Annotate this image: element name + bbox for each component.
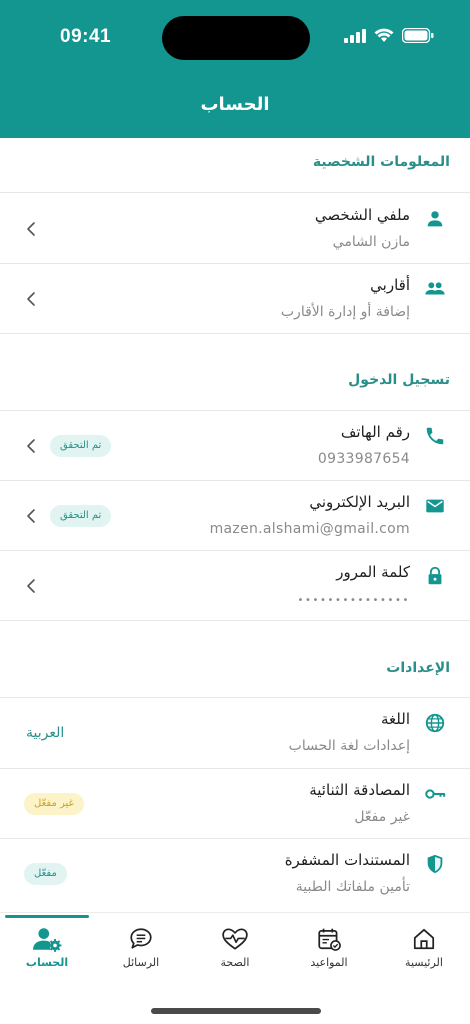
tab-label: المواعيد (310, 956, 348, 969)
verified-badge: تم التحقق (50, 505, 112, 527)
home-icon (413, 928, 435, 950)
relatives-sub: إضافة أو إدارة الأقارب (280, 304, 410, 320)
home-indicator (151, 1008, 321, 1014)
divider (0, 192, 470, 193)
mail-icon (426, 499, 444, 513)
status-icons (344, 28, 434, 43)
relatives-label: أقاربي (370, 276, 410, 294)
encrypted-docs-label: المستندات المشفرة (284, 851, 410, 869)
tab-label: الرئيسية (405, 956, 443, 969)
tab-label: الحساب (25, 956, 69, 969)
chevron-left-icon (27, 509, 35, 523)
section-title-personal: المعلومات الشخصية (312, 154, 450, 170)
email-address: mazen.alshami@gmail.com (209, 521, 410, 537)
people-icon (425, 282, 445, 295)
status-badge: مفعّل (24, 863, 67, 885)
chat-icon (130, 928, 152, 949)
password-row[interactable]: كلمة المرور ••••••••••••••• (0, 551, 470, 621)
chevron-left-icon (27, 292, 35, 306)
tab-label: الرسائل (122, 956, 160, 969)
profile-label: ملفي الشخصي (314, 206, 410, 224)
relatives-row[interactable]: أقاربي إضافة أو إدارة الأقارب (0, 264, 470, 334)
account-gear-icon (33, 928, 62, 952)
profile-row[interactable]: ملفي الشخصي مازن الشامي (0, 194, 470, 264)
lock-icon (428, 566, 442, 585)
tab-appointments[interactable]: المواعيد (284, 926, 374, 986)
battery-icon (402, 28, 434, 43)
chevron-left-icon (27, 439, 35, 453)
page-title: الحساب (200, 94, 270, 115)
phone-row[interactable]: رقم الهاتف 0933987654 تم التحقق (0, 411, 470, 481)
phone-icon (426, 427, 444, 445)
password-mask: ••••••••••••••• (297, 595, 410, 606)
chevron-left-icon (27, 579, 35, 593)
key-icon (425, 789, 446, 799)
phone-label: رقم الهاتف (340, 423, 410, 441)
shield-icon (427, 854, 443, 874)
divider (0, 333, 470, 334)
wifi-icon (374, 28, 394, 42)
person-icon (427, 211, 443, 227)
two-factor-label: المصادقة الثنائية (309, 781, 410, 799)
tab-health[interactable]: الصحة (190, 926, 280, 986)
two-factor-row[interactable]: المصادقة الثنائية غير مفعّل غير مفعّل (0, 769, 470, 839)
tab-messages[interactable]: الرسائل (96, 926, 186, 986)
calendar-icon (318, 928, 341, 951)
profile-name: مازن الشامي (332, 234, 410, 250)
tab-home[interactable]: الرئيسية (379, 926, 469, 986)
email-row[interactable]: البريد الإلكتروني mazen.alshami@gmail.co… (0, 481, 470, 551)
active-tab-indicator (5, 915, 89, 918)
section-title-settings: الإعدادات (386, 660, 450, 676)
phone-number: 0933987654 (317, 451, 410, 467)
verified-badge: تم التحقق (50, 435, 112, 457)
language-row[interactable]: اللغة إعدادات لغة الحساب العربية (0, 698, 470, 768)
language-sub: إعدادات لغة الحساب (288, 738, 410, 754)
signal-icon (344, 28, 366, 43)
encrypted-docs-sub: تأمين ملفاتك الطبية (295, 879, 410, 895)
divider (0, 620, 470, 621)
status-badge: غير مفعّل (24, 793, 84, 815)
dynamic-island (162, 16, 310, 60)
password-label: كلمة المرور (336, 563, 410, 581)
chevron-left-icon (27, 222, 35, 236)
section-title-login: تسجيل الدخول (348, 372, 450, 388)
language-label: اللغة (381, 710, 410, 728)
two-factor-sub: غير مفعّل (354, 809, 410, 825)
tab-account[interactable]: الحساب (2, 926, 92, 986)
language-value: العربية (26, 725, 65, 741)
encrypted-docs-row[interactable]: المستندات المشفرة تأمين ملفاتك الطبية مف… (0, 839, 470, 909)
status-time: 09:41 (60, 26, 112, 47)
email-label: البريد الإلكتروني (309, 493, 410, 511)
tab-label: الصحة (220, 956, 250, 969)
status-bar: 09:41 (0, 0, 470, 76)
heart-pulse-icon (222, 928, 248, 950)
globe-icon (425, 713, 445, 733)
